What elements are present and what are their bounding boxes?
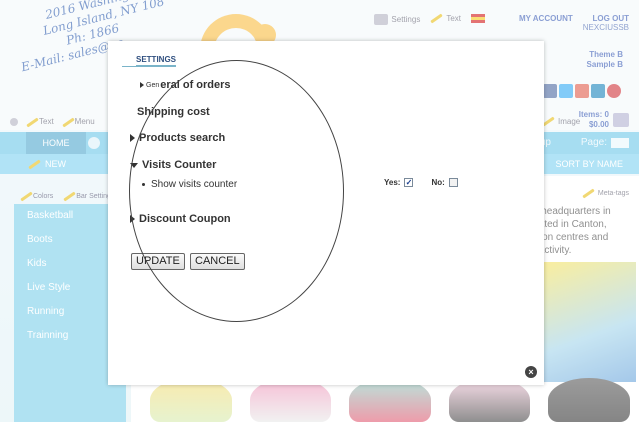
option-show-visits-counter: Show visits counter [142,179,237,190]
section-general-of-orders[interactable]: Gen eral of orders [140,79,231,91]
section-shipping-cost[interactable]: Shipping cost [137,106,210,118]
no-checkbox[interactable] [448,178,458,187]
section-label: eral of orders [160,79,231,91]
section-label: Shipping cost [137,106,210,118]
section-label: Products search [139,132,226,144]
section-visits-counter[interactable]: Visits Counter [130,159,216,171]
no-label: No: [431,178,445,187]
close-icon[interactable]: × [525,366,537,378]
expand-arrow-icon [130,134,135,142]
yes-label: Yes: [384,178,401,187]
focus-highlight-circle [129,60,344,322]
dialog-title: SETTINGS [121,55,177,67]
visits-counter-toggle: Yes: ✓ No: [384,178,458,187]
section-label: Visits Counter [142,159,217,171]
section-discount-coupon[interactable]: Discount Coupon [130,213,231,225]
cancel-button[interactable]: CANCEL [190,253,245,270]
expand-arrow-icon [130,215,135,223]
settings-dialog: SETTINGS Gen eral of orders Shipping cos… [108,41,544,385]
bullet-icon [142,183,145,186]
section-products-search[interactable]: Products search [130,132,225,144]
collapse-arrow-icon [130,162,138,168]
section-label: Discount Coupon [139,213,231,225]
expand-arrow-icon [140,82,144,88]
section-prefix: Gen [146,81,160,89]
yes-checkbox[interactable]: ✓ [404,178,414,187]
option-label: Show visits counter [151,179,238,190]
update-button[interactable]: UPDATE [131,253,185,270]
